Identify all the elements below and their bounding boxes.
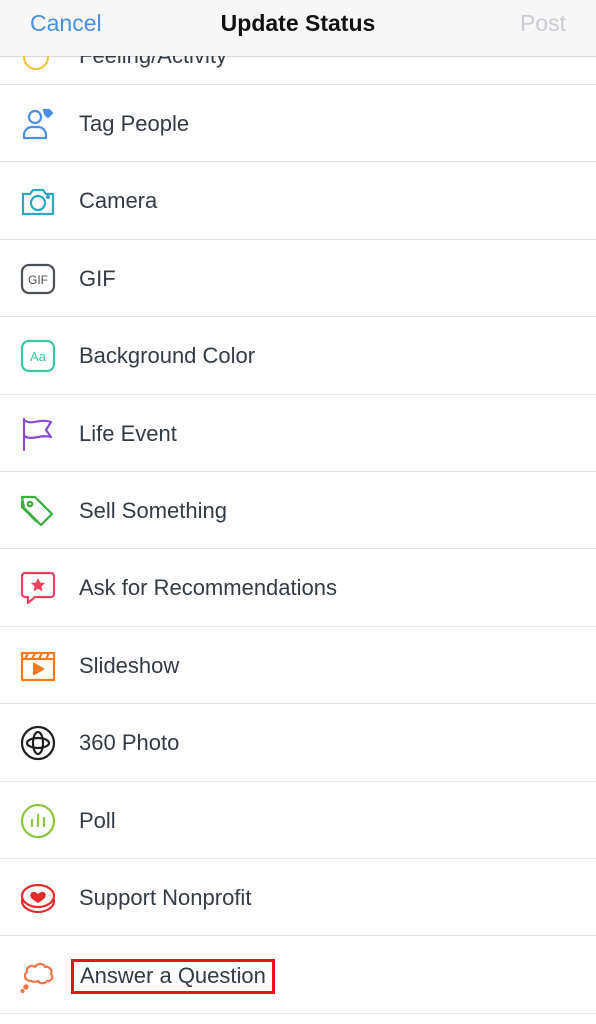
list-item-label: Ask for Recommendations (79, 575, 337, 601)
tag-people-icon (19, 105, 57, 143)
list-item-label: GIF (79, 265, 116, 291)
list-item-support-nonprofit[interactable]: Support Nonprofit (0, 859, 596, 937)
thought-bubble-icon (19, 956, 57, 994)
list-item-camera[interactable]: Camera (0, 162, 596, 240)
list-item-poll[interactable]: Poll (0, 782, 596, 859)
svg-text:GIF: GIF (28, 273, 48, 287)
list-item-gif[interactable]: GIF GIF (0, 240, 596, 318)
list-item-sell-something[interactable]: Sell Something (0, 472, 596, 550)
list-item-label: Tag People (79, 111, 190, 136)
price-tag-icon (19, 492, 57, 530)
list-item-label: Background Color (79, 343, 256, 369)
slideshow-icon (19, 647, 57, 685)
list-item-label: Sell Something (79, 497, 227, 523)
list-item-label: 360 Photo (79, 730, 180, 756)
navigation-bar: Cancel Update Status Post (0, 0, 596, 57)
list-item-label: Answer a Question (71, 959, 275, 995)
gif-icon: GIF (19, 260, 57, 298)
list-item-label: Slideshow (79, 652, 180, 678)
list-item-label: Support Nonprofit (79, 884, 252, 910)
svg-text:Aa: Aa (30, 349, 47, 364)
flag-icon (19, 415, 57, 453)
list-item-label: Camera (79, 188, 158, 214)
360-photo-icon (19, 724, 57, 762)
list-item-label: Feeling/Activity (79, 56, 227, 69)
composer-options-list: Feeling/Activity Tag People Camera (0, 56, 596, 1014)
heart-badge-icon (19, 879, 57, 917)
poll-icon (19, 802, 57, 840)
list-item-label: Poll (79, 807, 116, 833)
page-title: Update Status (220, 10, 376, 36)
list-item-life-event[interactable]: Life Event (0, 395, 596, 472)
list-item-label: Life Event (79, 420, 177, 446)
list-item-ask-for-recommendations[interactable]: Ask for Recommendations (0, 549, 596, 627)
feeling-icon (23, 56, 49, 70)
list-item-slideshow[interactable]: Slideshow (0, 627, 596, 705)
list-item-background-color[interactable]: Aa Background Color (0, 317, 596, 395)
list-item-360-photo[interactable]: 360 Photo (0, 704, 596, 782)
star-bubble-icon (19, 569, 57, 607)
camera-icon (19, 182, 57, 220)
list-item-feeling-activity[interactable]: Feeling/Activity (0, 56, 596, 85)
post-button[interactable]: Post (520, 10, 566, 37)
list-item-tag-people[interactable]: Tag People (0, 85, 596, 163)
background-color-icon: Aa (19, 337, 57, 375)
list-item-answer-a-question[interactable]: Answer a Question (0, 936, 596, 1014)
